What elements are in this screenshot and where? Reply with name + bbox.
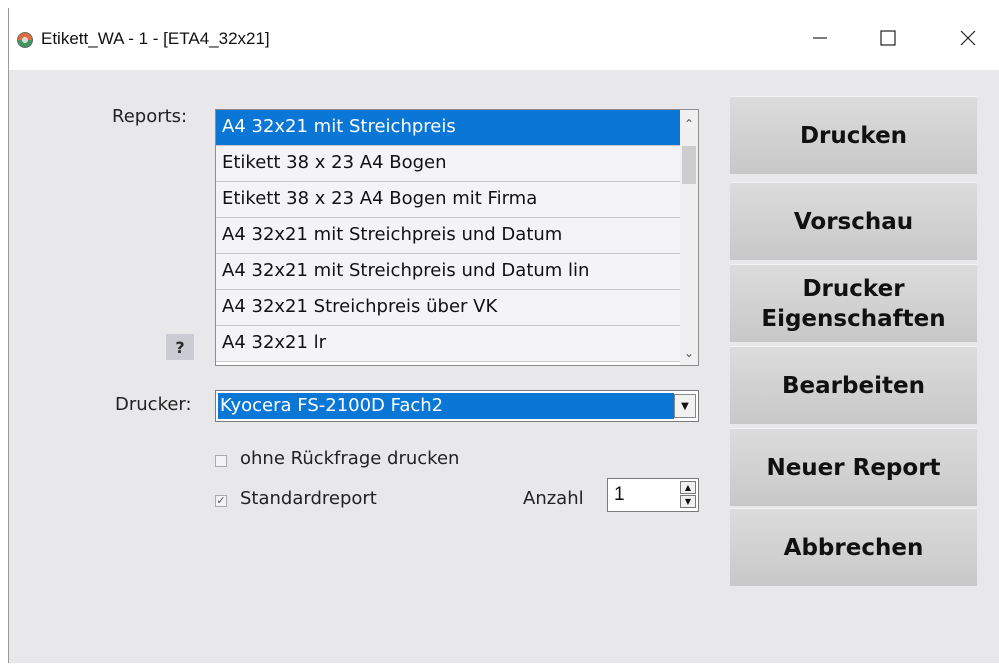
print-button[interactable]: Drucken [730,96,977,174]
dropdown-arrow-icon[interactable]: ▼ [674,394,696,418]
title-bar[interactable]: Etikett_WA - 1 - [ETA4_32x21] [9,8,999,70]
standard-report-label: Standardreport [240,488,377,509]
stepper-buttons: ▲ ▼ [680,481,696,509]
close-icon [960,30,976,46]
close-button[interactable] [945,18,991,58]
new-report-button-label: Neuer Report [766,454,941,481]
new-report-button[interactable]: Neuer Report [730,428,977,506]
no-prompt-label: ohne Rückfrage drucken [240,448,460,469]
report-item[interactable]: A4 32x21 Streichpreis über VK [216,290,681,326]
maximize-button[interactable] [865,18,911,58]
preview-button-label: Vorschau [793,208,914,235]
reports-scrollbar[interactable]: ⌃ ⌄ [680,110,698,365]
report-item[interactable]: A4 32x21 lr [216,326,681,362]
printer-select[interactable]: Kyocera FS-2100D Fach2 ▼ [215,390,699,422]
increment-icon[interactable]: ▲ [680,481,696,494]
scroll-up-arrow-icon[interactable]: ⌃ [680,114,698,134]
count-label: Anzahl [523,488,584,509]
count-stepper[interactable]: 1 ▲ ▼ [607,478,699,512]
app-icon [17,32,33,48]
printer-properties-label-line2: Eigenschaften [761,305,946,332]
printer-properties-label-line1: Drucker [802,275,905,302]
print-button-label: Drucken [799,122,908,149]
printer-select-value: Kyocera FS-2100D Fach2 [218,393,674,419]
minimize-icon [813,37,827,39]
decrement-icon[interactable]: ▼ [680,495,696,508]
cancel-button-label: Abbrechen [783,534,924,561]
printer-properties-button[interactable]: Drucker Eigenschaften [730,264,977,342]
printer-label: Drucker: [115,394,192,415]
scroll-down-arrow-icon[interactable]: ⌄ [680,343,698,363]
edit-button[interactable]: Bearbeiten [730,346,977,424]
count-input[interactable]: 1 [614,484,625,506]
window-title: Etikett_WA - 1 - [ETA4_32x21] [41,29,270,48]
edit-button-label: Bearbeiten [782,372,925,399]
maximize-icon [880,30,896,46]
minimize-button[interactable] [797,18,843,58]
cancel-button[interactable]: Abbrechen [730,508,977,586]
report-item-selected[interactable]: A4 32x21 mit Streichpreis [216,110,681,146]
help-button[interactable]: ? [166,334,194,360]
report-item[interactable]: A4 32x21 mit Streichpreis und Datum [216,218,681,254]
no-prompt-checkbox[interactable] [215,455,227,467]
preview-button[interactable]: Vorschau [730,182,977,260]
reports-label: Reports: [112,106,188,127]
standard-report-checkbox[interactable]: ✓ [215,495,227,507]
reports-listbox[interactable]: A4 32x21 mit Streichpreis Etikett 38 x 2… [215,109,699,366]
report-item[interactable]: Etikett 38 x 23 A4 Bogen [216,146,681,182]
dialog-window: Etikett_WA - 1 - [ETA4_32x21] Reports: A… [8,8,999,663]
report-item[interactable]: A4 32x21 mit Streichpreis und Datum lin [216,254,681,290]
scrollbar-thumb[interactable] [682,146,696,184]
report-item[interactable]: Etikett 38 x 23 A4 Bogen mit Firma [216,182,681,218]
